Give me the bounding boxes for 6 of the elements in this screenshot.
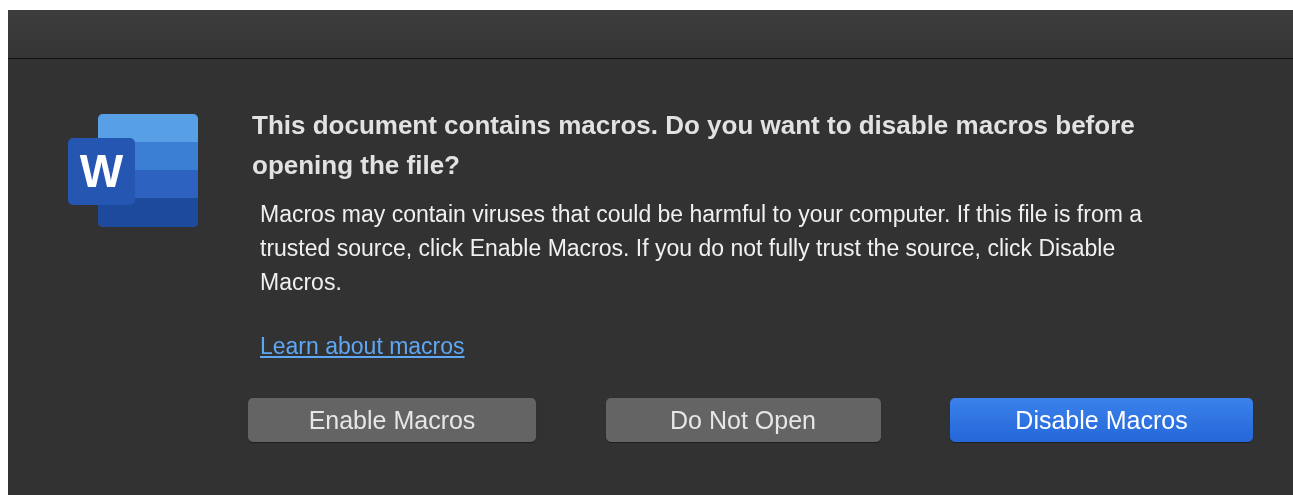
dialog-message: Macros may contain viruses that could be harmful to your computer. If this file is from a trusted source, click Enable Macros. If you do not fully trust the source, click Disable Macros.	[260, 200, 1144, 297]
dialog-button[interactable]: Enable Macros	[248, 398, 536, 442]
dialog-heading: This document contains macros. Do you want to disable macros before opening the file?	[252, 109, 1136, 182]
dialog-button[interactable]: Do Not Open	[605, 398, 881, 442]
default-button[interactable]: Disable Macros	[950, 398, 1253, 442]
learn-more-link[interactable]: Learn about macros	[260, 333, 465, 360]
